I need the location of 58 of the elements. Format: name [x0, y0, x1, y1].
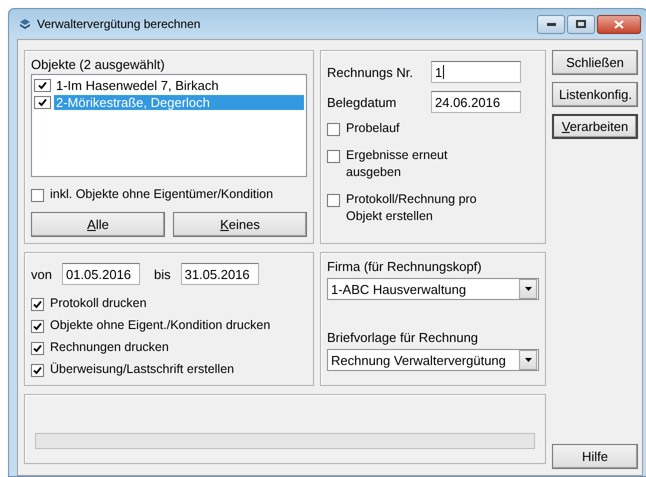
app-icon — [19, 18, 31, 30]
from-label: von — [31, 266, 52, 282]
checkmark-icon — [32, 321, 43, 332]
help-button[interactable]: Hilfe — [552, 444, 638, 469]
close-button[interactable] — [597, 14, 641, 34]
select-button[interactable]: Keines — [173, 212, 307, 237]
checkmark-icon — [32, 343, 43, 354]
action-button[interactable]: Listenkonfig. — [552, 82, 638, 107]
date-label: Belegdatum — [327, 94, 398, 110]
checkmark-icon — [32, 299, 43, 310]
checkbox[interactable] — [327, 150, 340, 163]
to-label: bis — [154, 266, 171, 282]
checkbox-label: Ergebnisse erneut ausgeben — [346, 147, 448, 181]
checkbox-label: Objekte ohne Eigent./Kondition drucken — [50, 317, 270, 334]
checkmark-icon — [37, 97, 48, 108]
checkbox[interactable] — [31, 342, 44, 355]
dropdown-button[interactable] — [519, 350, 537, 370]
checkbox-label: Rechnungen drucken — [50, 339, 169, 356]
checkbox[interactable] — [31, 189, 44, 202]
checkbox[interactable] — [31, 364, 44, 377]
minimize-icon — [546, 22, 556, 26]
object-item[interactable]: 1-Im Hasenwedel 7, Birkach — [54, 78, 221, 93]
checkbox[interactable] — [31, 298, 44, 311]
caret-icon — [524, 287, 532, 291]
select-button[interactable]: Alle — [31, 212, 165, 237]
checkmark-icon — [32, 365, 43, 376]
template-dropdown[interactable]: Rechnung Verwaltervergütung — [327, 349, 539, 371]
to-date-field[interactable]: 31.05.2016 — [180, 263, 259, 285]
objects-label: Objekte (2 ausgewählt) — [31, 57, 166, 72]
window-title: Verwaltervergütung berechnen — [37, 17, 202, 31]
checkbox-label: Probelauf — [346, 120, 400, 137]
checkbox[interactable] — [34, 79, 51, 92]
minimize-button[interactable] — [537, 14, 565, 34]
company-dropdown[interactable]: 1-ABC Hausverwaltung — [327, 278, 539, 300]
invoice-number-label: Rechnungs Nr. — [327, 64, 414, 80]
close-icon — [614, 20, 624, 28]
checkmark-icon — [37, 80, 48, 91]
maximize-icon — [576, 20, 586, 28]
template-value: Rechnung Verwaltervergütung — [331, 352, 506, 368]
action-button[interactable]: Verarbeiten — [552, 114, 638, 139]
checkbox[interactable] — [31, 320, 44, 333]
checkbox[interactable] — [327, 194, 340, 207]
template-label: Briefvorlage für Rechnung — [327, 330, 480, 345]
checkbox-label: Protokoll/Rechnung pro Objekt erstellen — [346, 191, 477, 225]
checkbox[interactable] — [327, 123, 340, 136]
company-value: 1-ABC Hausverwaltung — [331, 282, 466, 296]
from-date-field[interactable]: 01.05.2016 — [62, 263, 140, 285]
maximize-button[interactable] — [567, 14, 595, 34]
caret-icon — [524, 358, 532, 362]
checkbox-label: Protokoll drucken — [50, 295, 147, 312]
dropdown-button[interactable] — [519, 279, 537, 299]
date-field[interactable]: 24.06.2016 — [431, 91, 521, 113]
action-button[interactable]: Schließen — [552, 50, 638, 75]
checkbox-label: inkl. Objekte ohne Eigentümer/Kondition — [50, 186, 274, 203]
invoice-number-field[interactable]: 1 — [431, 61, 521, 83]
checkbox[interactable] — [34, 96, 51, 109]
company-label: Firma (für Rechnungskopf) — [327, 259, 483, 274]
checkbox-label: Überweisung/Lastschrift erstellen — [50, 361, 234, 378]
